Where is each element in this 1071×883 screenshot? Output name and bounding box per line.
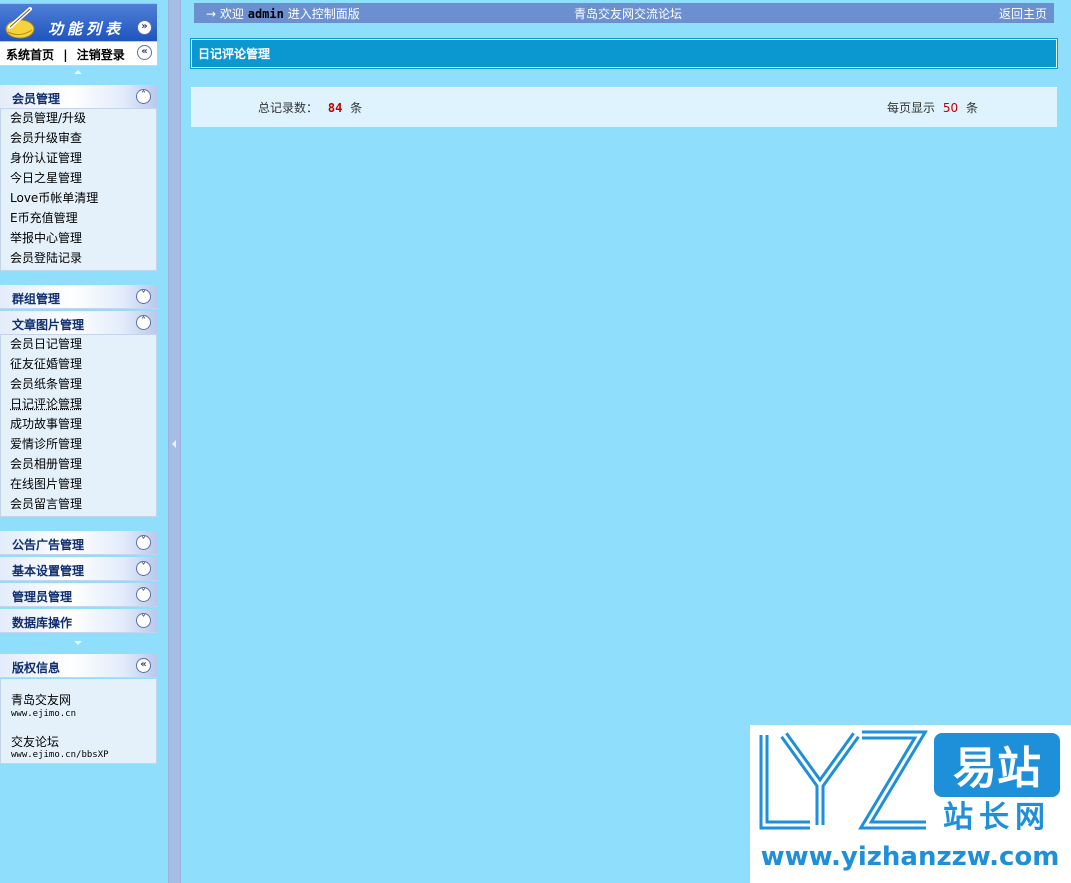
section-header-settings[interactable]: 基本设置管理 ˅ [0,557,157,581]
section-title: 管理员管理 [12,590,73,604]
menu-item[interactable]: 在线图片管理 [1,474,156,494]
menu-item[interactable]: 身份认证管理 [1,148,156,168]
total-records-count: 84 [327,101,343,115]
total-records-unit: 条 [350,101,363,115]
total-records-label: 总记录数： [258,101,319,115]
copyright-forum-name: 交友论坛 [11,735,60,749]
total-records: 总记录数： 84 条 [258,99,362,116]
menu-item[interactable]: 成功故事管理 [1,414,156,434]
scroll-down-icon[interactable] [74,641,82,645]
menu-item[interactable]: 会员管理/升级 [1,108,156,128]
menu-item[interactable]: 会员留言管理 [1,494,156,514]
welcome-text: → 欢迎 admin 进入控制面版 [206,5,360,22]
left-menu: 功能列表 » 系统首页 | 注销登录 « 会员管理 ˄ 会员管理/升级 会员升级… [0,0,168,883]
section-body-member: 会员管理/升级 会员升级审查 身份认证管理 今日之星管理 Love币帐单清理 E… [0,109,157,271]
menu-item[interactable]: 爱情诊所管理 [1,434,156,454]
section-title: 文章图片管理 [12,318,85,332]
expand-icon[interactable]: ˅ [136,587,151,602]
arrow-icon: → [206,7,217,21]
system-home-link[interactable]: 系统首页 [6,48,54,62]
collapse-left-icon[interactable]: « [136,658,151,673]
watermark-cn-name-1: 易站 [953,743,1041,794]
menu-item[interactable]: 会员相册管理 [1,454,156,474]
section-header-groups[interactable]: 群组管理 ˅ [0,285,157,309]
menu-item[interactable]: E币充值管理 [1,208,156,228]
section-body-articles: 会员日记管理 征友征婚管理 会员纸条管理 日记评论管理 成功故事管理 爱情诊所管… [0,335,157,517]
copyright-site-url[interactable]: www.ejimo.cn [11,709,76,719]
expand-icon[interactable]: ˅ [136,561,151,576]
menu-item[interactable]: Love币帐单清理 [1,188,156,208]
menu-item[interactable]: 征友征婚管理 [1,354,156,374]
top-bar: → 欢迎 admin 进入控制面版 青岛交友网交流论坛 返回主页 [194,3,1054,23]
per-page-label: 每页显示 [887,101,936,115]
menu-header: 功能列表 » [0,3,157,41]
expand-icon[interactable]: ˅ [136,535,151,550]
collapse-all-icon[interactable]: » [137,20,152,35]
collapse-sidebar-arrow-icon[interactable] [172,440,176,448]
link-separator: | [63,48,68,62]
section-title: 会员管理 [12,92,61,106]
section-header-ads[interactable]: 公告广告管理 ˅ [0,531,157,555]
section-title: 群组管理 [12,292,61,306]
menu-item[interactable]: 今日之星管理 [1,168,156,188]
menu-splitter[interactable] [168,0,181,883]
current-user: admin [247,7,284,21]
per-page-count: 50 [942,101,959,115]
expand-icon[interactable]: ˅ [136,613,151,628]
page-title: 日记评论管理 [198,47,271,61]
welcome-suffix: 进入控制面版 [287,7,360,21]
site-watermark: 易站 站长网 www.yizhanzzw.com [750,725,1071,883]
copyright-body: 青岛交友网 www.ejimo.cn 交友论坛 www.ejimo.cn/bbs… [0,679,157,764]
menu-title: 功能列表 [48,20,125,38]
logout-link[interactable]: 注销登录 [77,48,125,62]
per-page-unit: 条 [965,101,978,115]
menu-item-active[interactable]: 日记评论管理 [1,394,156,414]
forum-link[interactable]: 青岛交友网交流论坛 [574,5,682,22]
section-title: 公告广告管理 [12,538,85,552]
scroll-up-icon[interactable] [74,70,82,74]
section-header-member[interactable]: 会员管理 ˄ [0,85,157,109]
per-page: 每页显示 50 条 [887,99,978,116]
collapse-icon[interactable]: ˄ [136,315,151,330]
watermark-cn-name-2: 站长网 [943,800,1051,835]
menu-item[interactable]: 会员纸条管理 [1,374,156,394]
panel-title-bar: 日记评论管理 [190,38,1058,69]
record-stats-bar: 总记录数： 84 条 每页显示 50 条 [191,87,1057,127]
expand-icon[interactable]: ˅ [136,289,151,304]
menu-item[interactable]: 会员登陆记录 [1,248,156,268]
section-header-articles[interactable]: 文章图片管理 ˄ [0,311,157,335]
section-title: 数据库操作 [12,616,73,630]
broom-logo-icon [5,7,35,39]
return-home-link[interactable]: 返回主页 [999,5,1047,22]
section-header-copyright[interactable]: 版权信息 « [0,654,157,678]
watermark-url: www.yizhanzzw.com [761,842,1060,872]
collapse-icon[interactable]: ˄ [136,89,151,104]
section-header-database[interactable]: 数据库操作 ˅ [0,609,157,633]
section-title: 版权信息 [12,661,61,675]
yz-logo-icon: 易站 站长网 www.yizhanzzw.com [759,730,1060,872]
copyright-forum-url[interactable]: www.ejimo.cn/bbsXP [11,750,109,760]
system-links-bar: 系统首页 | 注销登录 « [0,42,157,66]
menu-item[interactable]: 会员升级审查 [1,128,156,148]
section-title: 基本设置管理 [12,564,85,578]
welcome-prefix: 欢迎 [219,7,244,21]
menu-item[interactable]: 会员日记管理 [1,334,156,354]
menu-item[interactable]: 举报中心管理 [1,228,156,248]
copyright-site-name: 青岛交友网 [11,693,72,707]
hide-menu-icon[interactable]: « [137,45,152,60]
section-header-admins[interactable]: 管理员管理 ˅ [0,583,157,607]
